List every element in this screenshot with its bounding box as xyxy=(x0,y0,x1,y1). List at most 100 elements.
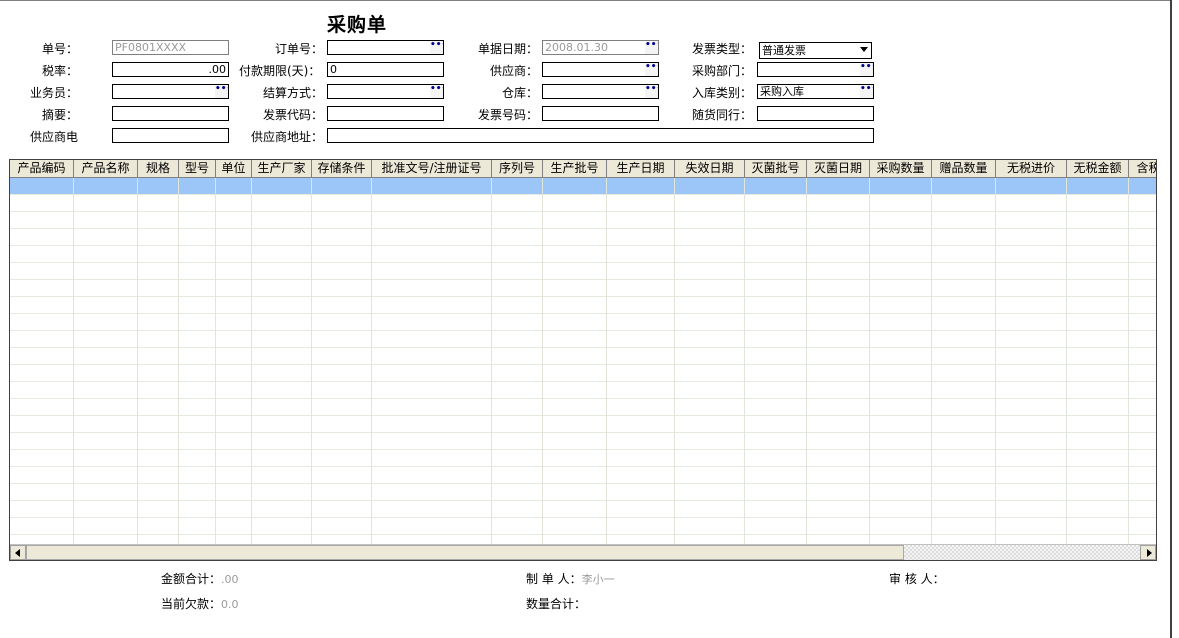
grid-column-divider xyxy=(542,178,543,544)
table-row[interactable] xyxy=(10,433,1156,450)
settlement-field[interactable]: ••• xyxy=(327,84,444,99)
grid-column-divider xyxy=(931,178,932,544)
ellipsis-icon[interactable]: ••• xyxy=(645,41,658,54)
ellipsis-icon[interactable]: ••• xyxy=(430,41,443,54)
dropdown-arrow-icon[interactable] xyxy=(860,47,868,52)
warehouse-field[interactable]: ••• xyxy=(542,84,659,99)
column-header[interactable]: 生产厂家 xyxy=(252,160,312,177)
column-header[interactable]: 无税进价 xyxy=(996,160,1067,177)
column-header[interactable]: 规格 xyxy=(138,160,179,177)
column-header[interactable]: 型号 xyxy=(179,160,216,177)
maker-value: 李小一 xyxy=(581,573,615,586)
table-row[interactable] xyxy=(10,484,1156,501)
table-row[interactable] xyxy=(10,535,1156,544)
table-row[interactable] xyxy=(10,195,1156,212)
table-row[interactable] xyxy=(10,280,1156,297)
ellipsis-icon[interactable]: ••• xyxy=(860,85,873,98)
summary-field[interactable] xyxy=(112,106,229,121)
doc-date-label: 单据日期： xyxy=(478,42,539,56)
table-row[interactable] xyxy=(10,314,1156,331)
scroll-left-icon[interactable] xyxy=(10,545,26,560)
column-header[interactable]: 批准文号/注册证号 xyxy=(372,160,492,177)
horizontal-scrollbar[interactable] xyxy=(10,544,1156,560)
current-debt-value: 0.0 xyxy=(221,598,239,611)
table-row[interactable] xyxy=(10,450,1156,467)
table-row[interactable] xyxy=(10,399,1156,416)
table-row[interactable] xyxy=(10,246,1156,263)
ellipsis-icon[interactable]: ••• xyxy=(215,85,228,98)
order-number-field[interactable]: ••• xyxy=(327,40,444,55)
scroll-track[interactable] xyxy=(904,545,1140,560)
column-header[interactable]: 赠品数量 xyxy=(932,160,996,177)
supplier-phone-field[interactable] xyxy=(112,128,229,143)
scroll-thumb[interactable] xyxy=(26,545,904,560)
column-header[interactable]: 生产日期 xyxy=(607,160,675,177)
order-no-field[interactable]: PF0801XXXX xyxy=(112,40,229,55)
supplier-label: 供应商： xyxy=(490,64,539,78)
table-row[interactable] xyxy=(10,467,1156,484)
invoice-type-select[interactable]: 普通发票 xyxy=(759,42,872,59)
table-row[interactable] xyxy=(10,365,1156,382)
invoice-code-field[interactable] xyxy=(327,106,444,121)
ellipsis-icon[interactable]: ••• xyxy=(860,63,873,76)
column-header[interactable]: 产品编码 xyxy=(10,160,74,177)
current-debt: 当前欠款：0.0 xyxy=(161,595,239,612)
column-header[interactable]: 产品名称 xyxy=(74,160,138,177)
table-row[interactable] xyxy=(10,501,1156,518)
table-row[interactable] xyxy=(10,212,1156,229)
column-header[interactable]: 存储条件 xyxy=(312,160,372,177)
table-row[interactable] xyxy=(10,331,1156,348)
column-header[interactable]: 灭菌日期 xyxy=(807,160,870,177)
table-row[interactable] xyxy=(10,178,1156,195)
scroll-right-icon[interactable] xyxy=(1140,545,1156,560)
purchase-dept-label: 采购部门： xyxy=(692,64,753,78)
tax-rate-label: 税率： xyxy=(42,64,79,78)
column-header[interactable]: 无税金额 xyxy=(1067,160,1129,177)
salesman-field[interactable]: ••• xyxy=(112,84,229,99)
column-header[interactable]: 失效日期 xyxy=(675,160,745,177)
companion-field[interactable] xyxy=(757,106,874,121)
grid-column-divider xyxy=(674,178,675,544)
grid-column-divider xyxy=(1128,178,1129,544)
table-row[interactable] xyxy=(10,518,1156,535)
column-header[interactable]: 单位 xyxy=(216,160,252,177)
table-row[interactable] xyxy=(10,348,1156,365)
current-debt-label: 当前欠款： xyxy=(161,597,222,611)
purchase-dept-field[interactable]: ••• xyxy=(757,62,874,77)
table-row[interactable] xyxy=(10,263,1156,280)
maker-label: 制 单 人： xyxy=(526,572,582,586)
table-row[interactable] xyxy=(10,416,1156,433)
column-header[interactable]: 含税 xyxy=(1129,160,1156,177)
table-row[interactable] xyxy=(10,382,1156,399)
supplier-field[interactable]: ••• xyxy=(542,62,659,77)
grid-column-divider xyxy=(371,178,372,544)
warehouse-label: 仓库： xyxy=(502,86,539,100)
column-header[interactable]: 灭菌批号 xyxy=(745,160,807,177)
column-header[interactable]: 采购数量 xyxy=(870,160,932,177)
product-grid[interactable]: 产品编码 产品名称 规格 型号 单位 生产厂家 存储条件 批准文号/注册证号 序列号 生产批号 生产… xyxy=(9,159,1157,561)
order-no-label: 单号： xyxy=(42,42,79,56)
ellipsis-icon[interactable]: ••• xyxy=(645,85,658,98)
grid-column-divider xyxy=(606,178,607,544)
tax-rate-field[interactable]: .00 xyxy=(112,62,229,77)
stock-in-type-field[interactable]: 采购入库 ••• xyxy=(757,84,874,99)
table-row[interactable] xyxy=(10,229,1156,246)
payment-term-field[interactable]: 0 xyxy=(327,62,444,77)
column-header[interactable]: 生产批号 xyxy=(543,160,607,177)
reviewer: 审 核 人： xyxy=(889,570,945,587)
amount-total-label: 金额合计： xyxy=(161,572,222,586)
supplier-address-field[interactable] xyxy=(327,128,874,143)
invoice-type-label: 发票类型： xyxy=(692,42,753,56)
ellipsis-icon[interactable]: ••• xyxy=(430,85,443,98)
grid-column-divider xyxy=(744,178,745,544)
ellipsis-icon[interactable]: ••• xyxy=(645,63,658,76)
invoice-no-field[interactable] xyxy=(542,106,659,121)
grid-body[interactable] xyxy=(10,178,1156,544)
qty-total: 数量合计： xyxy=(526,595,586,612)
grid-column-divider xyxy=(1066,178,1067,544)
amount-total: 金额合计：.00 xyxy=(161,570,239,587)
doc-date-field[interactable]: 2008.01.30 ••• xyxy=(542,40,659,55)
column-header[interactable]: 序列号 xyxy=(492,160,543,177)
table-row[interactable] xyxy=(10,297,1156,314)
invoice-code-label: 发票代码： xyxy=(263,108,324,122)
